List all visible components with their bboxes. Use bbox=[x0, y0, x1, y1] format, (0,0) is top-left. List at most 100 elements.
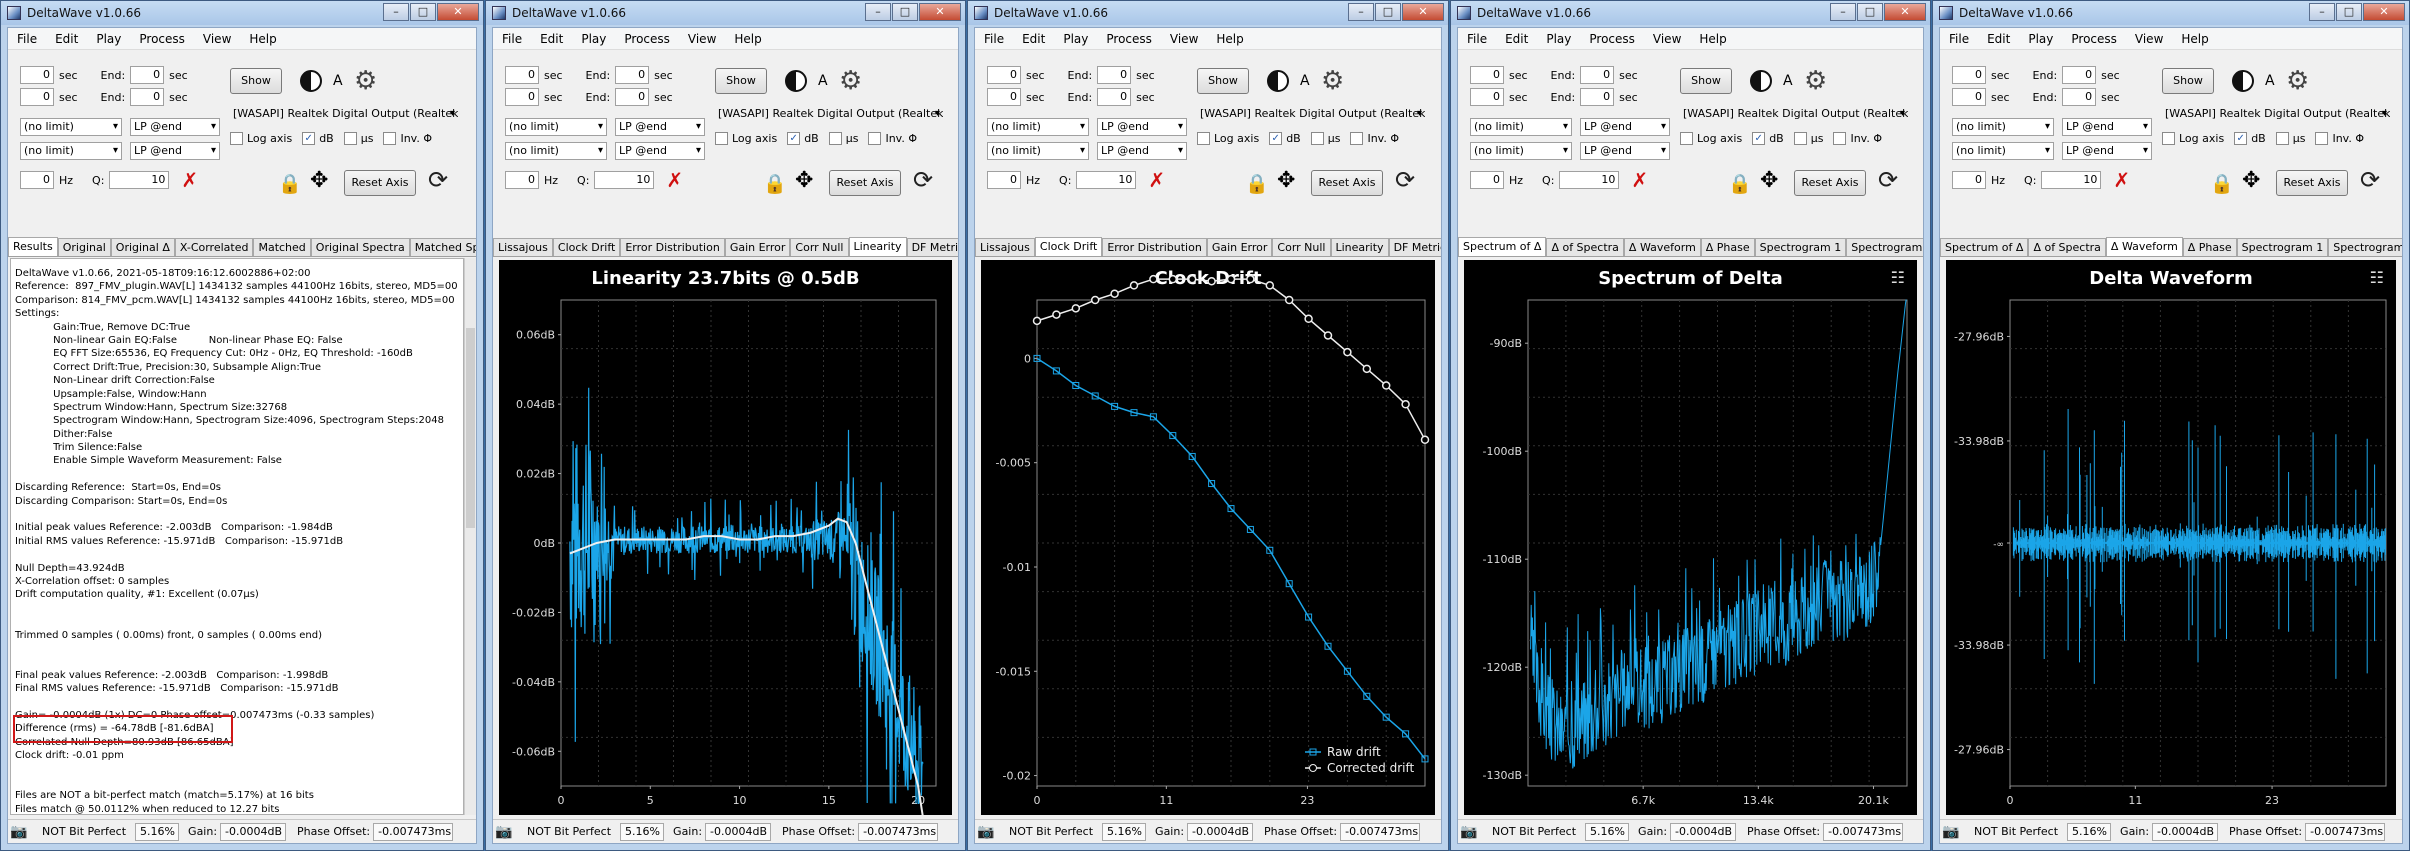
hz-input[interactable]: 0 bbox=[20, 171, 54, 189]
clear-x-icon[interactable]: ✗ bbox=[666, 168, 683, 192]
close-icon[interactable]: ✕ bbox=[2363, 3, 2405, 21]
minimize-icon[interactable]: – bbox=[383, 3, 409, 21]
lock-icon[interactable]: 🔒 bbox=[763, 172, 787, 195]
menu-play[interactable]: Play bbox=[87, 32, 130, 46]
tab-clock-drift[interactable]: Clock Drift bbox=[1034, 237, 1103, 256]
clear-x-icon[interactable]: ✗ bbox=[1631, 168, 1648, 192]
close-icon[interactable]: ✕ bbox=[1402, 3, 1444, 21]
tab-x-correlated[interactable]: X-Correlated bbox=[174, 238, 254, 256]
maximize-icon[interactable]: □ bbox=[1375, 3, 1401, 21]
camera-icon[interactable]: 📷 bbox=[975, 824, 997, 840]
menu-edit[interactable]: Edit bbox=[1978, 32, 2019, 46]
tab-spectrogram-2[interactable]: Spectrogram 2 bbox=[2328, 238, 2402, 256]
refresh-icon[interactable]: ⟳ bbox=[1878, 166, 1898, 194]
menu-file[interactable]: File bbox=[8, 32, 46, 46]
log-axis-checkbox[interactable]: Log axis bbox=[230, 132, 292, 145]
clear-x-icon[interactable]: ✗ bbox=[1148, 168, 1165, 192]
q-input[interactable]: 10 bbox=[109, 171, 170, 189]
reset-axis-button[interactable]: Reset Axis bbox=[829, 170, 901, 196]
move-icon[interactable]: ✥ bbox=[795, 168, 813, 193]
clear-x-icon[interactable]: ✗ bbox=[181, 168, 198, 192]
us-checkbox[interactable]: µs bbox=[1793, 132, 1823, 145]
tab-original-[interactable]: Original Δ bbox=[110, 238, 175, 256]
show-button[interactable]: Show bbox=[715, 68, 767, 94]
tab-original[interactable]: Original bbox=[57, 238, 111, 256]
reset-axis-button[interactable]: Reset Axis bbox=[1794, 170, 1866, 196]
menu-view[interactable]: View bbox=[1161, 32, 1207, 46]
move-icon[interactable]: ✥ bbox=[1760, 168, 1778, 193]
a-weight-label[interactable]: A bbox=[2265, 73, 2275, 89]
menu-help[interactable]: Help bbox=[1690, 32, 1735, 46]
title-bar[interactable]: DeltaWave v1.0.66 – □ ✕ bbox=[968, 1, 1448, 25]
camera-icon[interactable]: 📷 bbox=[1458, 824, 1480, 840]
menu-help[interactable]: Help bbox=[725, 32, 770, 46]
menu-play[interactable]: Play bbox=[572, 32, 615, 46]
invert-phase-checkbox[interactable]: Inv. Φ bbox=[1350, 132, 1399, 145]
contrast-icon[interactable] bbox=[785, 70, 807, 92]
q-input[interactable]: 10 bbox=[1076, 171, 1137, 189]
tab-lissajous[interactable]: Lissajous bbox=[493, 238, 553, 256]
tab-spectrogram-1[interactable]: Spectrogram 1 bbox=[2236, 238, 2329, 256]
limit-select-2[interactable]: (no limit) bbox=[505, 142, 607, 160]
limit-select-1[interactable]: (no limit) bbox=[20, 118, 122, 136]
lp-select-1[interactable]: LP @end bbox=[130, 118, 220, 136]
menu-help[interactable]: Help bbox=[2172, 32, 2217, 46]
lp-select-1[interactable]: LP @end bbox=[615, 118, 705, 136]
lp-select-1[interactable]: LP @end bbox=[1097, 118, 1187, 136]
show-button[interactable]: Show bbox=[1680, 68, 1732, 94]
minimize-icon[interactable]: – bbox=[865, 3, 891, 21]
hz-input[interactable]: 0 bbox=[1952, 171, 1986, 189]
us-checkbox[interactable]: µs bbox=[828, 132, 858, 145]
lp-select-1[interactable]: LP @end bbox=[2062, 118, 2152, 136]
log-axis-checkbox[interactable]: Log axis bbox=[715, 132, 777, 145]
tab-lissajous[interactable]: Lissajous bbox=[975, 238, 1035, 256]
db-checkbox[interactable]: ✓ dB bbox=[1269, 132, 1301, 145]
refresh-icon[interactable]: ⟳ bbox=[913, 166, 933, 194]
us-checkbox[interactable]: µs bbox=[1310, 132, 1340, 145]
menu-file[interactable]: File bbox=[975, 32, 1013, 46]
lock-icon[interactable]: 🔒 bbox=[1245, 172, 1269, 195]
output-device-select[interactable]: [WASAPI] Realtek Digital Output (Realtek… bbox=[715, 106, 943, 124]
close-icon[interactable]: ✕ bbox=[1884, 3, 1926, 21]
a-weight-label[interactable]: A bbox=[333, 73, 343, 89]
scrollbar-thumb[interactable] bbox=[466, 328, 475, 528]
tab-error-distribution[interactable]: Error Distribution bbox=[1102, 238, 1207, 256]
tab-linearity[interactable]: Linearity bbox=[848, 237, 907, 256]
output-device-select[interactable]: [WASAPI] Realtek Digital Output (Realtek… bbox=[1197, 106, 1425, 124]
camera-icon[interactable]: 📷 bbox=[8, 824, 30, 840]
menu-process[interactable]: Process bbox=[1580, 32, 1644, 46]
us-checkbox[interactable]: µs bbox=[2275, 132, 2305, 145]
tab--of-spectra[interactable]: Δ of Spectra bbox=[2028, 238, 2106, 256]
move-icon[interactable]: ✥ bbox=[2242, 168, 2260, 193]
lp-select-2[interactable]: LP @end bbox=[2062, 142, 2152, 160]
end-input[interactable]: 0 bbox=[1580, 88, 1615, 106]
output-device-select[interactable]: [WASAPI] Realtek Digital Output (Realtek… bbox=[2162, 106, 2390, 124]
contrast-icon[interactable] bbox=[2232, 70, 2254, 92]
output-device-select[interactable]: [WASAPI] Realtek Digital Output (Realtek… bbox=[1680, 106, 1908, 124]
camera-icon[interactable]: 📷 bbox=[493, 824, 515, 840]
limit-select-2[interactable]: (no limit) bbox=[20, 142, 122, 160]
end-input[interactable]: 0 bbox=[1580, 66, 1615, 84]
start-input[interactable]: 0 bbox=[987, 66, 1021, 84]
gear-icon[interactable]: ⚙ bbox=[2286, 68, 2309, 94]
start-input[interactable]: 0 bbox=[505, 66, 539, 84]
reset-axis-button[interactable]: Reset Axis bbox=[2276, 170, 2348, 196]
gear-icon[interactable]: ⚙ bbox=[1804, 68, 1827, 94]
tab-df-metric[interactable]: DF Metric bbox=[906, 238, 958, 256]
tab-matched-spe[interactable]: Matched Spe bbox=[409, 238, 476, 256]
invert-phase-checkbox[interactable]: Inv. Φ bbox=[1833, 132, 1882, 145]
lock-icon[interactable]: 🔒 bbox=[278, 172, 302, 195]
menu-process[interactable]: Process bbox=[2062, 32, 2126, 46]
start-input[interactable]: 0 bbox=[1470, 66, 1504, 84]
tab--waveform[interactable]: Δ Waveform bbox=[2105, 237, 2183, 256]
tab-spectrogram-2[interactable]: Spectrogram 2 bbox=[1846, 238, 1923, 256]
log-axis-checkbox[interactable]: Log axis bbox=[1197, 132, 1259, 145]
refresh-icon[interactable]: ⟳ bbox=[428, 166, 448, 194]
lock-icon[interactable]: 🔒 bbox=[2210, 172, 2234, 195]
limit-select-2[interactable]: (no limit) bbox=[1470, 142, 1572, 160]
minimize-icon[interactable]: – bbox=[1830, 3, 1856, 21]
tab--phase[interactable]: Δ Phase bbox=[2182, 238, 2237, 256]
menu-edit[interactable]: Edit bbox=[1013, 32, 1054, 46]
db-checkbox[interactable]: ✓ dB bbox=[1752, 132, 1784, 145]
tab-matched[interactable]: Matched bbox=[253, 238, 311, 256]
